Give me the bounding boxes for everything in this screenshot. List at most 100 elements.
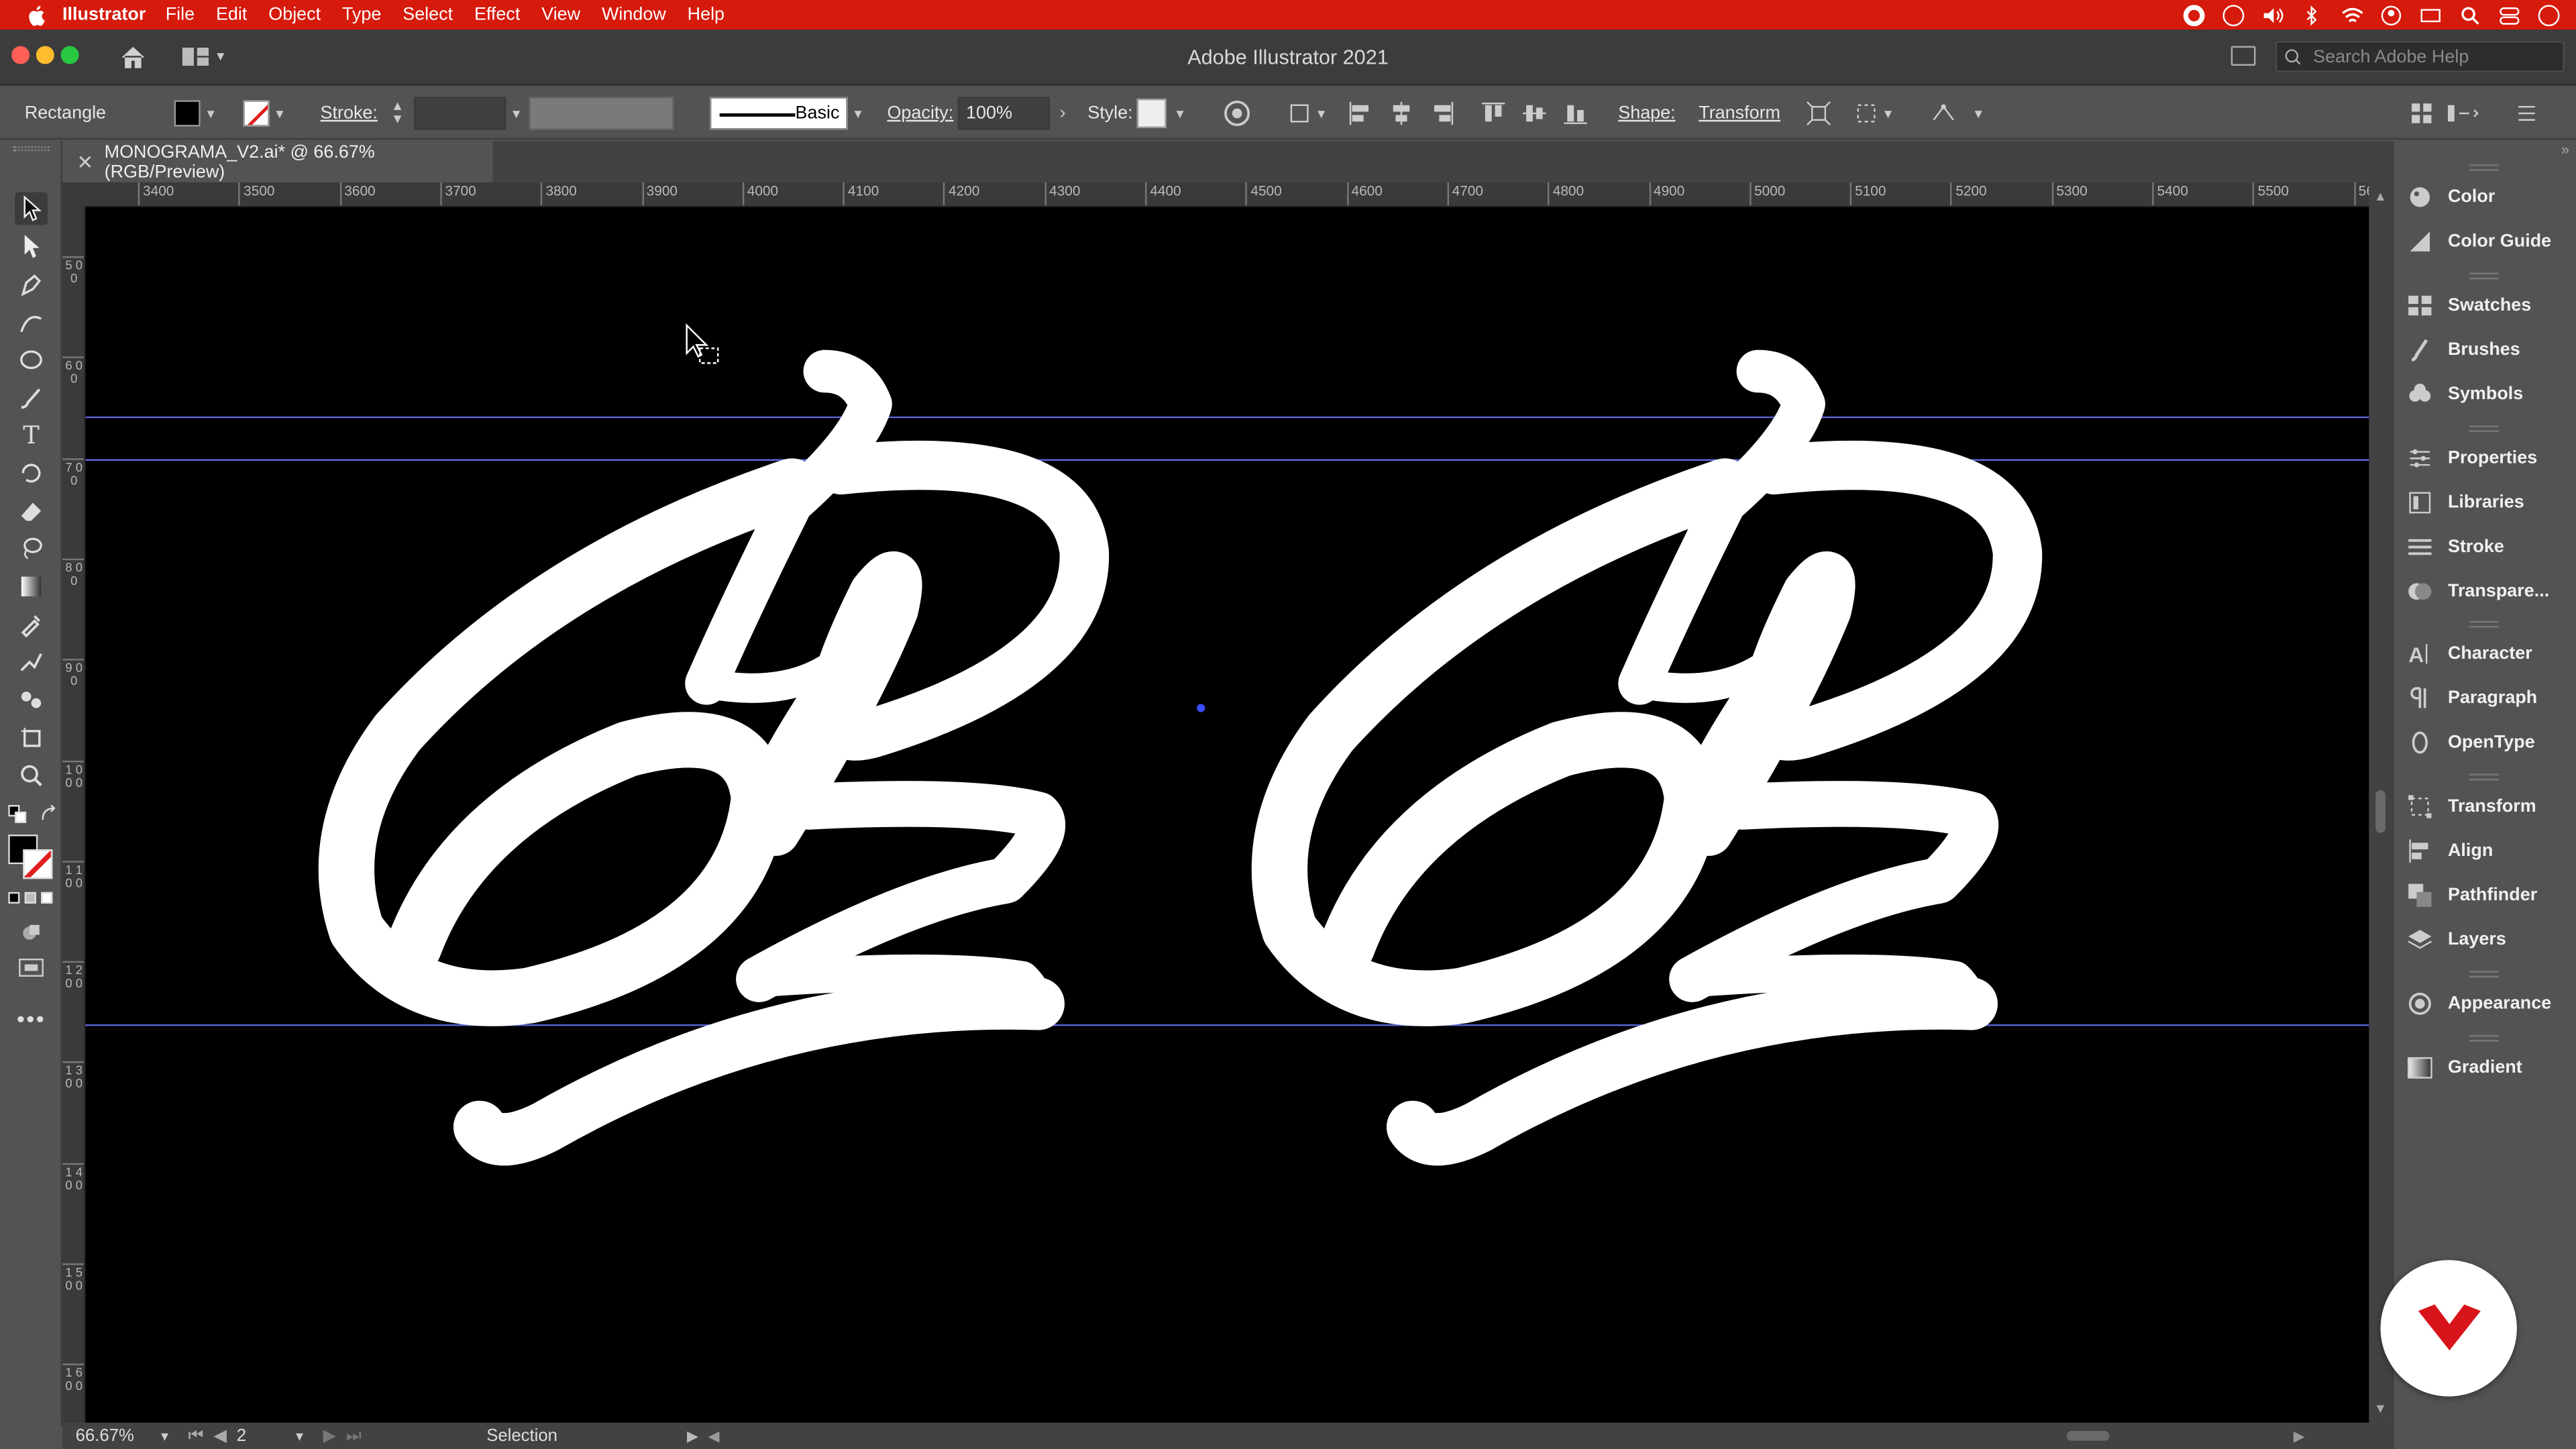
panel-item-appearance[interactable]: Appearance [2407, 985, 2571, 1022]
monogram-right[interactable] [1279, 371, 2017, 1139]
panel-item-layers[interactable]: Layers [2407, 922, 2571, 958]
distribute-icon[interactable] [2447, 102, 2483, 125]
stroke-swatch-none[interactable] [243, 100, 270, 127]
panel-item-gradient[interactable]: Gradient [2407, 1050, 2571, 1086]
align-bottom-icon[interactable] [1562, 100, 1589, 126]
panel-item-opentype[interactable]: OpenType [2407, 724, 2571, 761]
shape-label[interactable]: Shape: [1618, 87, 1675, 140]
apple-icon[interactable] [25, 3, 48, 26]
menu-type[interactable]: Type [342, 5, 381, 24]
panel-item-swatches[interactable]: Swatches [2407, 288, 2571, 324]
panel-item-libraries[interactable]: Libraries [2407, 484, 2571, 521]
none-mode-icon[interactable] [41, 892, 53, 904]
stroke-color-indicator[interactable] [23, 849, 53, 879]
panel-item-properties[interactable]: Properties [2407, 440, 2571, 476]
variable-width-profile[interactable] [529, 87, 674, 140]
brush-definition-field[interactable]: Basic [709, 97, 848, 130]
volume-icon[interactable] [2262, 4, 2284, 25]
menu-effect[interactable]: Effect [474, 5, 520, 24]
app-menu-illustrator[interactable]: Illustrator [62, 5, 146, 24]
panel-item-transform[interactable]: Transform [2407, 789, 2571, 825]
gradient-tool-icon[interactable] [15, 570, 48, 603]
rotate-tool-icon[interactable] [15, 457, 48, 490]
control-center-icon[interactable] [2499, 4, 2520, 25]
graphic-style-control[interactable] [1136, 87, 1184, 140]
stepper-arrows-icon[interactable]: ▲ ▼ [388, 99, 407, 126]
panel-group-grip[interactable] [2469, 971, 2499, 978]
stroke-weight-field[interactable] [414, 97, 506, 130]
horizontal-ruler[interactable]: 3400 3500 3600 3700 3800 3900 4000 4100 4200 4300… [85, 182, 2369, 207]
scroll-right-icon[interactable]: ▶ [2294, 1427, 2305, 1445]
isolate-icon[interactable] [1805, 87, 1831, 140]
panel-group-grip[interactable] [2469, 272, 2499, 280]
panel-item-color-guide[interactable]: Color Guide [2407, 223, 2571, 260]
first-artboard-icon[interactable]: ⏮ [188, 1425, 203, 1446]
wifi-icon[interactable] [2341, 4, 2363, 25]
screen-record-icon[interactable] [2183, 4, 2205, 25]
selection-tool-icon[interactable] [15, 192, 48, 225]
vertical-scrollbar[interactable]: ▲ ▼ [2369, 182, 2392, 1423]
ruler-origin[interactable] [62, 182, 86, 207]
align-vertical-center-icon[interactable] [1521, 100, 1548, 126]
align-right-icon[interactable] [1430, 100, 1456, 126]
graphic-style-swatch[interactable] [1136, 98, 1167, 129]
ellipse-tool-icon[interactable] [15, 343, 48, 376]
previous-artboard-icon[interactable]: ◀ [213, 1426, 227, 1446]
scroll-down-icon[interactable]: ▼ [2374, 1401, 2387, 1416]
panel-item-stroke[interactable]: Stroke [2407, 529, 2571, 566]
recolor-artwork-icon[interactable] [1224, 87, 1250, 140]
creative-cloud-icon[interactable] [2222, 4, 2245, 25]
status-menu-arrow-icon[interactable]: ▶ [687, 1427, 698, 1445]
menu-view[interactable]: View [541, 5, 580, 24]
panel-item-align[interactable]: Align [2407, 833, 2571, 869]
lasso-tool-icon[interactable] [15, 532, 48, 565]
bluetooth-icon[interactable] [2302, 4, 2323, 25]
panel-item-symbols[interactable]: Symbols [2407, 376, 2571, 413]
stroke-label[interactable]: Stroke: [321, 87, 378, 140]
transform-link[interactable]: Transform [1699, 87, 1780, 140]
draw-mode-icon[interactable] [15, 915, 48, 948]
panel-group-grip[interactable] [2469, 621, 2499, 628]
variable-width-profile-box[interactable] [529, 97, 674, 130]
paintbrush-tool-icon[interactable] [15, 381, 48, 414]
menu-window[interactable]: Window [602, 5, 666, 24]
menu-file[interactable]: File [166, 5, 195, 24]
panel-item-brushes[interactable]: Brushes [2407, 332, 2571, 368]
chevron-down-icon[interactable] [854, 103, 861, 123]
chevron-down-icon[interactable] [1176, 103, 1183, 123]
panel-item-character[interactable]: A Character [2407, 636, 2571, 672]
panel-group-grip[interactable] [2469, 1034, 2499, 1042]
spotlight-search-icon[interactable] [2459, 4, 2481, 25]
collapse-panels-icon[interactable]: » [2561, 142, 2569, 158]
panel-item-pathfinder[interactable]: Pathfinder [2407, 877, 2571, 914]
chevron-down-icon[interactable] [276, 103, 283, 123]
menu-edit[interactable]: Edit [216, 5, 247, 24]
panel-group-grip[interactable] [2469, 425, 2499, 433]
artboard-tool-icon[interactable] [15, 721, 48, 754]
screen-mode-icon[interactable] [15, 951, 48, 984]
panel-group-grip[interactable] [2469, 773, 2499, 781]
current-tool-status[interactable]: Selection [486, 1426, 684, 1446]
zoom-dropdown-chevron-icon[interactable] [161, 1426, 168, 1446]
arrange-documents-icon[interactable] [2231, 46, 2256, 66]
menu-help[interactable]: Help [688, 5, 724, 24]
scroll-up-icon[interactable]: ▲ [2374, 189, 2387, 204]
curvature-tool-icon[interactable] [15, 306, 48, 339]
vertical-scroll-thumb[interactable] [2375, 790, 2385, 833]
arrange-icon[interactable] [2410, 102, 2433, 125]
direct-selection-tool-icon[interactable] [15, 230, 48, 263]
document-tab[interactable]: ✕ MONOGRAMA_V2.ai* @ 66.67% (RGB/Preview… [65, 141, 493, 182]
blend-tool-icon[interactable] [15, 645, 48, 678]
brush-definition[interactable]: Basic [709, 87, 862, 140]
toolbar-grip[interactable] [13, 146, 50, 152]
fill-stroke-indicator[interactable] [8, 835, 54, 881]
gradient-mode-icon[interactable] [24, 892, 36, 904]
fill-swatch[interactable] [174, 100, 201, 127]
panel-menu-icon[interactable] [2515, 102, 2538, 125]
panel-item-transpare[interactable]: Transpare... [2407, 574, 2571, 610]
horizontal-scroll-thumb[interactable] [2066, 1431, 2110, 1441]
artboard-number[interactable]: 2 [237, 1426, 296, 1446]
default-colors-icon[interactable] [8, 805, 28, 824]
pen-tool-icon[interactable] [15, 268, 48, 301]
menu-object[interactable]: Object [268, 5, 321, 24]
